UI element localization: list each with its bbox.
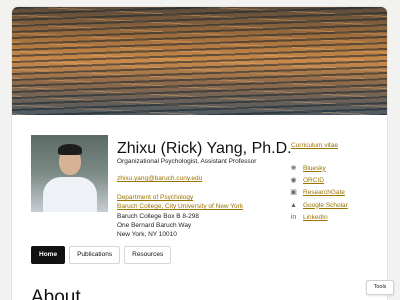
bluesky-link[interactable]: Bluesky — [303, 165, 326, 172]
butterfly-icon: ❀ — [290, 164, 297, 172]
address-line-3: New York, NY 10010 — [117, 231, 177, 238]
cv-link[interactable]: Curriculum vitae — [291, 142, 338, 149]
social-item-linkedin[interactable]: in LinkedIn — [290, 211, 348, 223]
about-heading: About — [31, 287, 81, 300]
profile-card: Zhixu (Rick) Yang, Ph.D. Organizational … — [12, 7, 387, 300]
address-line-2: One Bernard Baruch Way — [117, 222, 192, 229]
social-item-researchgate[interactable]: ▣ ResearchGate — [290, 187, 348, 199]
institution-link[interactable]: Baruch College, City University of New Y… — [117, 203, 243, 210]
orcid-link[interactable]: ORCID — [303, 177, 324, 184]
tab-publications[interactable]: Publications — [69, 246, 121, 264]
photo-hair — [58, 144, 82, 155]
linkedin-link[interactable]: LinkedIn — [303, 214, 328, 221]
linkedin-icon: in — [290, 213, 297, 221]
social-item-google-scholar[interactable]: ▲ Google Scholar — [290, 199, 348, 211]
researchgate-icon: ▣ — [290, 189, 297, 197]
tab-resources[interactable]: Resources — [124, 246, 172, 264]
banner-image — [12, 7, 387, 115]
orcid-icon: ◉ — [290, 176, 297, 184]
photo-shirt — [43, 177, 97, 212]
social-item-bluesky[interactable]: ❀ Bluesky — [290, 162, 348, 174]
social-links: ❀ Bluesky ◉ ORCID ▣ ResearchGate ▲ Googl… — [290, 162, 348, 223]
tab-home[interactable]: Home — [31, 246, 66, 264]
profile-title: Organizational Psychologist, Assistant P… — [117, 158, 257, 165]
profile-photo — [31, 135, 108, 212]
nav-tabs: Home Publications Resources — [31, 246, 172, 264]
profile-name: Zhixu (Rick) Yang, Ph.D. — [117, 140, 292, 157]
graduation-cap-icon: ▲ — [290, 201, 297, 209]
google-scholar-link[interactable]: Google Scholar — [303, 202, 348, 209]
social-item-orcid[interactable]: ◉ ORCID — [290, 174, 348, 186]
email-link[interactable]: zhixu.yang@baruch.cuny.edu — [117, 175, 202, 182]
department-link[interactable]: Department of Psychology — [117, 194, 193, 201]
tools-button[interactable]: Tools — [366, 280, 394, 295]
researchgate-link[interactable]: ResearchGate — [303, 189, 345, 196]
address-line-1: Baruch College Box B 8-298 — [117, 213, 200, 220]
